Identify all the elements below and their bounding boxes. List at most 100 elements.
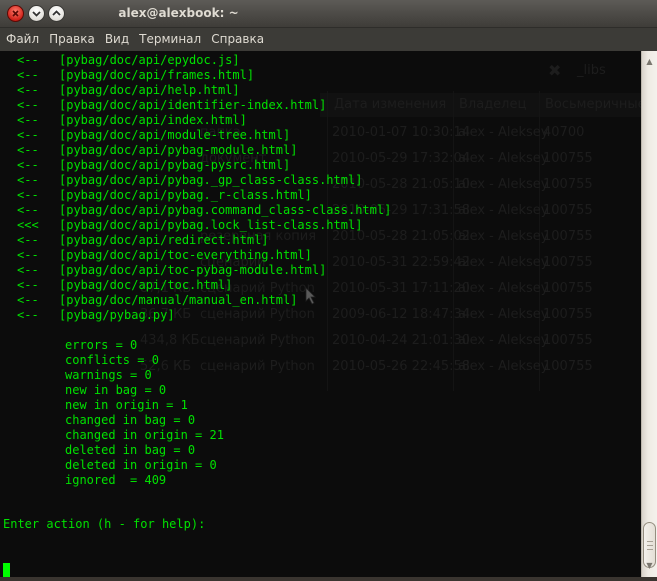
transfer-marker: <-- (17, 98, 39, 112)
transfer-path: [pybag/doc/api/identifier-index.html] (59, 98, 327, 112)
stat-line: changed in bag = 0 (65, 413, 196, 427)
window-bottom-edge (0, 577, 657, 581)
window-title: alex@alexbook: ~ (118, 6, 239, 20)
transfer-marker: <-- (17, 143, 39, 157)
stat-line: conflicts = 0 (65, 353, 159, 367)
transfer-marker: <-- (17, 68, 39, 82)
stat-line: new in origin = 1 (65, 398, 188, 412)
transfer-marker: <-- (17, 158, 39, 172)
ghost-octal: 100755 (543, 203, 593, 218)
transfer-path: [pybag/pybag.py] (59, 308, 175, 322)
transfer-line: <-- [pybag/doc/api/pybag._gp_class-class.… (3, 173, 391, 188)
transfer-line: <-- [pybag/doc/api/pybag._r-class.html] (3, 188, 391, 203)
transfer-path: [pybag/doc/api/help.html] (59, 83, 240, 97)
transfer-marker: <-- (17, 188, 39, 202)
ghost-octal: 100755 (543, 151, 593, 166)
ghost-date: 2010-04-24 21:01:30 (332, 333, 471, 348)
window-title-wrap: alex@alexbook: ~ (0, 6, 657, 20)
ghost-owner: alex - Aleksey (458, 359, 549, 374)
ghost-octal: 100755 (543, 359, 593, 374)
transfer-marker: <<< (17, 218, 39, 232)
stat-line: errors = 0 (65, 338, 138, 352)
ghost-octal: 100755 (543, 229, 593, 244)
transfer-path: [pybag/doc/api/pybag._r-class.html] (59, 188, 312, 202)
transfer-marker: <-- (17, 203, 39, 217)
transfer-path: [pybag/doc/api/pybag-module.html] (59, 143, 298, 157)
title-bar[interactable]: alex@alexbook: ~ (0, 0, 657, 28)
transfer-path: [pybag/doc/api/epydoc.js] (59, 53, 240, 67)
transfer-line: <-- [pybag/doc/api/pybag-module.html] (3, 143, 391, 158)
scroll-down-arrow-icon[interactable]: ▼ (642, 559, 657, 573)
ghost-owner: alex - Aleksey (458, 151, 549, 166)
ghost-owner: alex - Aleksey (458, 281, 549, 296)
transfer-list: <-- [pybag/doc/api/epydoc.js] <-- [pybag/do… (3, 53, 391, 323)
menu-file[interactable]: Файл (2, 28, 43, 51)
terminal-scrollbar[interactable]: ▲ ▼ (641, 51, 657, 577)
stat-line: warnings = 0 (65, 368, 152, 382)
transfer-line: <-- [pybag/doc/api/toc-everything.html] (3, 248, 391, 263)
transfer-marker: <-- (17, 278, 39, 292)
menu-edit[interactable]: Правка (45, 28, 99, 51)
transfer-marker: <-- (17, 293, 39, 307)
transfer-line: <-- [pybag/doc/api/identifier-index.html] (3, 98, 391, 113)
ghost-col-owner: Владелец (459, 97, 527, 112)
menu-help[interactable]: Справка (207, 28, 268, 51)
ghost-octal: 100755 (543, 281, 593, 296)
transfer-path: [pybag/doc/manual/manual_en.html] (59, 293, 298, 307)
stat-line: new in bag = 0 (65, 383, 167, 397)
transfer-line: <-- [pybag/doc/api/module-tree.html] (3, 128, 391, 143)
ghost-owner: alex - Aleksey (458, 203, 549, 218)
stat-line: changed in origin = 21 (65, 428, 224, 442)
ghost-owner: alex - Aleksey (458, 229, 549, 244)
grip-line (647, 545, 653, 546)
menu-view[interactable]: Вид (101, 28, 133, 51)
menu-terminal[interactable]: Терминал (135, 28, 205, 51)
transfer-line: <<< [pybag/doc/api/pybag.lock_list-class.… (3, 218, 391, 233)
terminal-area[interactable]: ✖ _libs Дата изменения Владелец Восьмери… (0, 51, 641, 577)
transfer-path: [pybag/doc/api/pybag-pysrc.html] (59, 158, 291, 172)
menu-bar: Файл Правка Вид Терминал Справка (0, 28, 657, 51)
ghost-octal: 100755 (543, 177, 593, 192)
transfer-line: <-- [pybag/doc/api/pybag-pysrc.html] (3, 158, 391, 173)
mouse-pointer-icon (305, 287, 316, 305)
stat-line: deleted in origin = 0 (65, 458, 217, 472)
transfer-line: <-- [pybag/doc/api/help.html] (3, 83, 391, 98)
ghost-octal: 100755 (543, 333, 593, 348)
summary-stats: errors = 0 conflicts = 0 warnings = 0 new i… (65, 338, 224, 488)
transfer-marker: <-- (17, 53, 39, 67)
transfer-path: [pybag/doc/api/pybag.lock_list-class.htm… (59, 218, 363, 232)
transfer-marker: <-- (17, 83, 39, 97)
transfer-line: <-- [pybag/doc/api/frames.html] (3, 68, 391, 83)
ghost-owner: alex - Aleksey (458, 125, 549, 140)
ghost-divider (453, 91, 454, 391)
transfer-line: <-- [pybag/pybag.py] (3, 308, 391, 323)
stat-line: deleted in bag = 0 (65, 443, 196, 457)
transfer-path: [pybag/doc/api/pybag._gp_class-class.htm… (59, 173, 363, 187)
scroll-up-arrow-icon[interactable]: ▲ (642, 55, 657, 69)
transfer-path: [pybag/doc/api/pybag.command_class-class… (59, 203, 392, 217)
transfer-line: <-- [pybag/doc/api/epydoc.js] (3, 53, 391, 68)
ghost-octal: 100755 (543, 307, 593, 322)
transfer-marker: <-- (17, 248, 39, 262)
ghost-owner: alex - Aleksey (458, 307, 549, 322)
stat-line: ignored = 409 (65, 473, 167, 487)
grip-line (647, 549, 653, 550)
ghost-location: _libs (577, 63, 606, 78)
ghost-owner: alex - Aleksey (458, 333, 549, 348)
transfer-path: [pybag/doc/api/module-tree.html] (59, 128, 291, 142)
ghost-owner: alex - Aleksey (458, 177, 549, 192)
terminal-cursor[interactable] (3, 563, 10, 577)
action-prompt: Enter action (h - for help): (3, 517, 206, 531)
transfer-marker: <-- (17, 308, 39, 322)
transfer-marker: <-- (17, 173, 39, 187)
transfer-path: [pybag/doc/api/redirect.html] (59, 233, 269, 247)
transfer-line: <-- [pybag/doc/api/pybag.command_class-cl… (3, 203, 391, 218)
ghost-octal: 40700 (543, 125, 585, 140)
ghost-divider (539, 91, 540, 391)
transfer-path: [pybag/doc/api/toc-pybag-module.html] (59, 263, 327, 277)
transfer-line: <-- [pybag/doc/manual/manual_en.html] (3, 293, 391, 308)
transfer-line: <-- [pybag/doc/api/toc.html] (3, 278, 391, 293)
ghost-owner: alex - Aleksey (458, 255, 549, 270)
transfer-marker: <-- (17, 233, 39, 247)
ghost-octal: 100755 (543, 255, 593, 270)
